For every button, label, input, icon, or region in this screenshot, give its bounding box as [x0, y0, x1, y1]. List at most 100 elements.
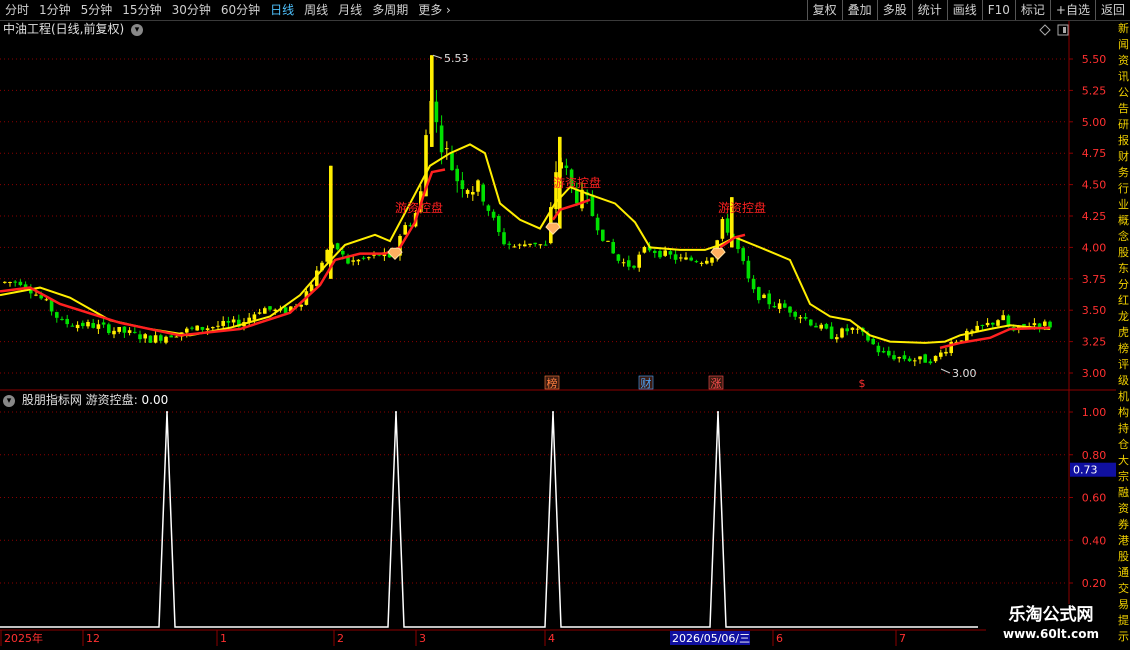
- candlestick[interactable]: [268, 305, 272, 312]
- candlestick[interactable]: [996, 319, 1000, 328]
- candlestick[interactable]: [237, 314, 241, 330]
- candlestick[interactable]: [902, 350, 907, 362]
- candlestick[interactable]: [710, 257, 714, 266]
- candlestick[interactable]: [705, 257, 709, 265]
- candlestick[interactable]: [91, 319, 95, 329]
- candlestick[interactable]: [673, 250, 678, 264]
- candlestick[interactable]: [757, 286, 761, 304]
- candlestick[interactable]: [814, 322, 818, 328]
- candlestick[interactable]: [907, 356, 912, 362]
- candlestick[interactable]: [299, 304, 303, 311]
- candlestick[interactable]: [627, 255, 631, 271]
- candlestick[interactable]: [112, 327, 116, 339]
- candlestick[interactable]: [507, 241, 511, 250]
- candlestick[interactable]: [538, 244, 543, 249]
- candlestick[interactable]: [783, 299, 787, 309]
- diamond-icon[interactable]: [1039, 24, 1051, 36]
- candlestick[interactable]: [221, 316, 225, 329]
- candlestick[interactable]: [606, 240, 610, 242]
- candlestick[interactable]: [133, 327, 137, 334]
- candlestick[interactable]: [923, 353, 927, 363]
- candlestick[interactable]: [621, 258, 626, 267]
- candlestick[interactable]: [356, 259, 361, 266]
- candlestick[interactable]: [653, 249, 657, 258]
- candlestick[interactable]: [985, 318, 990, 328]
- candlestick[interactable]: [127, 327, 132, 336]
- diamond-signal-icon[interactable]: [710, 247, 726, 260]
- candlestick[interactable]: [143, 332, 147, 343]
- candlestick[interactable]: [819, 322, 823, 331]
- candlestick[interactable]: [195, 325, 199, 331]
- chevron-down-icon[interactable]: ▾: [3, 394, 15, 407]
- candlestick[interactable]: [798, 314, 803, 324]
- kline-chart[interactable]: 5.50 5.25 5.00 4.75 4.50 4.25 4.00 3.75 3.50 3.25…: [0, 0, 1130, 650]
- candlestick[interactable]: [96, 319, 101, 334]
- candlestick[interactable]: [741, 246, 745, 265]
- candlestick[interactable]: [434, 90, 439, 133]
- candlestick[interactable]: [153, 330, 158, 344]
- candlestick[interactable]: [13, 280, 17, 287]
- candlestick[interactable]: [148, 335, 153, 343]
- candlestick[interactable]: [351, 256, 355, 266]
- candlestick[interactable]: [533, 242, 537, 247]
- candlestick[interactable]: [850, 327, 855, 334]
- candlestick[interactable]: [1001, 310, 1005, 321]
- candlestick[interactable]: [159, 333, 163, 344]
- candlestick[interactable]: [944, 347, 948, 357]
- candlestick[interactable]: [751, 275, 756, 293]
- candlestick[interactable]: [918, 356, 922, 364]
- candlestick[interactable]: [767, 290, 771, 310]
- candlestick[interactable]: [403, 222, 407, 235]
- candlestick[interactable]: [632, 265, 636, 270]
- candlestick[interactable]: [29, 284, 33, 299]
- candlestick[interactable]: [611, 238, 615, 254]
- candlestick[interactable]: [465, 188, 470, 198]
- candlestick[interactable]: [720, 216, 725, 242]
- candlestick[interactable]: [471, 186, 475, 201]
- candlestick[interactable]: [491, 209, 496, 221]
- candlestick[interactable]: [725, 213, 730, 236]
- candlestick[interactable]: [231, 316, 236, 327]
- candlestick[interactable]: [637, 251, 641, 272]
- candlestick[interactable]: [913, 357, 917, 367]
- candlestick[interactable]: [486, 204, 491, 216]
- candlestick[interactable]: [642, 245, 647, 254]
- candlestick[interactable]: [190, 326, 194, 331]
- candlestick[interactable]: [699, 261, 704, 267]
- candlestick[interactable]: [933, 355, 938, 363]
- candlestick[interactable]: [502, 228, 506, 246]
- candlestick[interactable]: [871, 337, 875, 346]
- candlestick[interactable]: [543, 240, 548, 246]
- candlestick[interactable]: [881, 347, 886, 354]
- candlestick[interactable]: [876, 342, 881, 356]
- candlestick[interactable]: [829, 322, 834, 340]
- candlestick[interactable]: [746, 255, 751, 283]
- candlestick[interactable]: [460, 171, 465, 198]
- candlestick[interactable]: [528, 243, 532, 248]
- candlestick[interactable]: [523, 240, 527, 247]
- right-side-info-panel[interactable]: 新闻资讯公告研报财务行业概念股东分红龙虎榜评级机构持仓大宗融资券港股通交易提示: [1117, 21, 1130, 646]
- candlestick[interactable]: [835, 334, 839, 343]
- event-tag[interactable]: 涨: [708, 375, 724, 390]
- candlestick[interactable]: [564, 158, 569, 176]
- candlestick[interactable]: [164, 335, 168, 345]
- event-tag[interactable]: $: [859, 377, 866, 390]
- candlestick[interactable]: [497, 214, 501, 236]
- candlestick[interactable]: [138, 330, 142, 343]
- candlestick[interactable]: [892, 350, 896, 361]
- candlestick[interactable]: [809, 319, 813, 327]
- candlestick[interactable]: [101, 318, 106, 328]
- candlestick[interactable]: [361, 255, 366, 261]
- candlestick[interactable]: [122, 326, 127, 338]
- candlestick[interactable]: [86, 319, 90, 329]
- candlestick[interactable]: [694, 259, 699, 264]
- candlestick[interactable]: [928, 358, 933, 365]
- candlestick[interactable]: [803, 312, 808, 321]
- candlestick[interactable]: [107, 322, 111, 335]
- candlestick[interactable]: [455, 165, 459, 193]
- candlestick[interactable]: [18, 279, 23, 287]
- candlestick[interactable]: [70, 323, 75, 327]
- candlestick[interactable]: [60, 316, 64, 321]
- candlestick[interactable]: [247, 313, 251, 326]
- candlestick[interactable]: [117, 326, 121, 334]
